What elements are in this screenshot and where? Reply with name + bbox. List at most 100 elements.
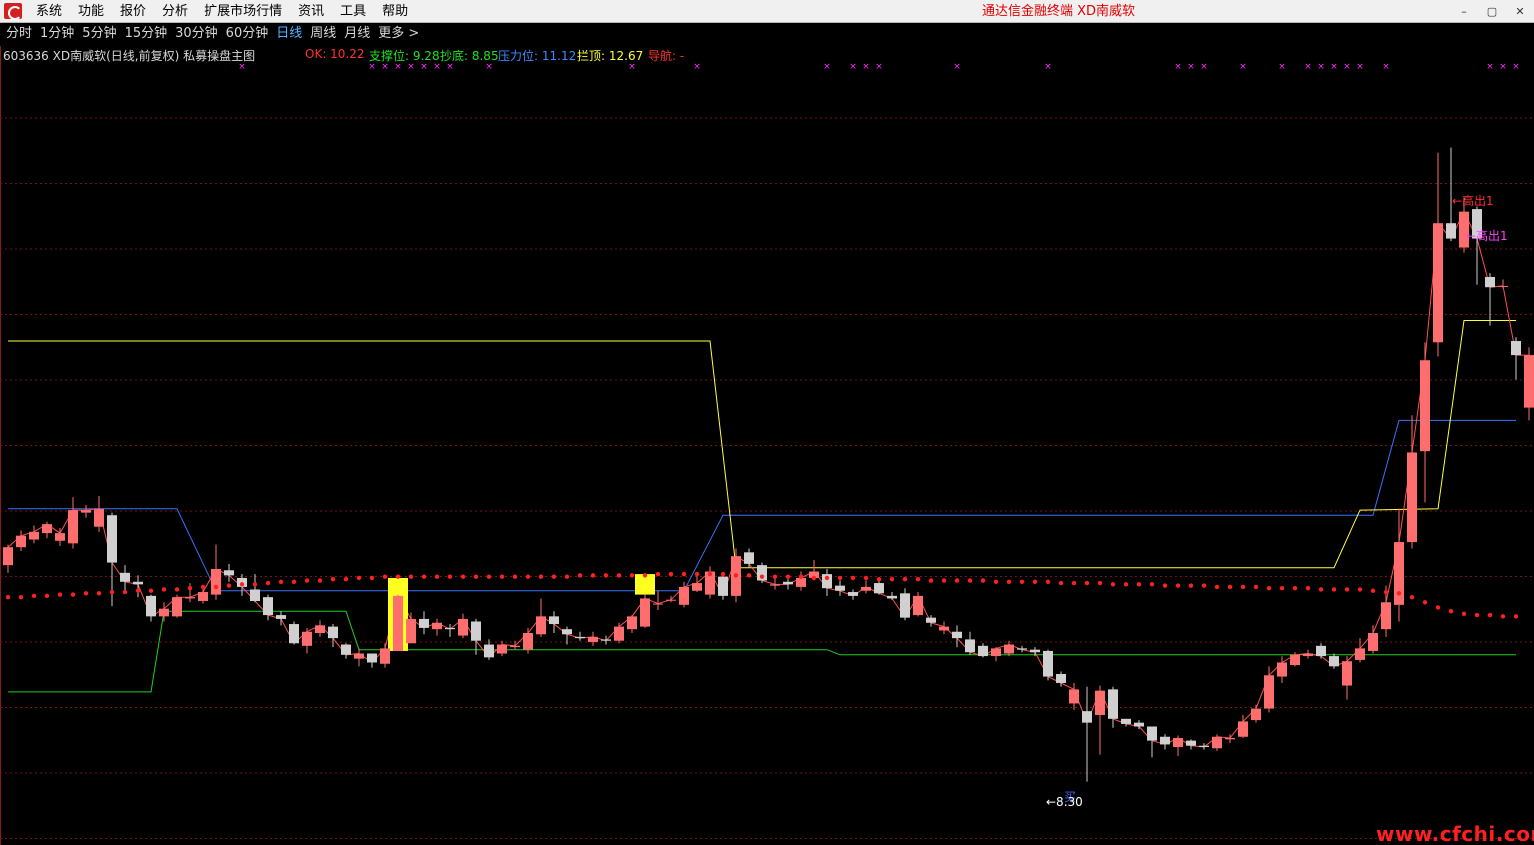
candle-up: [16, 535, 26, 548]
menu-news[interactable]: 资讯: [290, 0, 332, 23]
kline-chart[interactable]: ×××××××××××××××××××××××××××××××××: [0, 46, 1534, 845]
red-dot: [1383, 589, 1389, 595]
annotation-low-price: ←8.30: [1046, 795, 1083, 809]
red-dot: [434, 574, 440, 579]
candle-up: [796, 577, 806, 587]
red-dot: [486, 574, 492, 579]
red-dot: [655, 571, 661, 577]
candle-up: [406, 618, 416, 644]
candle-down: [1446, 223, 1456, 239]
red-dot: [1305, 585, 1311, 591]
red-dot: [408, 574, 414, 579]
candle-down: [1017, 648, 1027, 650]
candle-down: [146, 595, 156, 617]
red-dot: [122, 589, 128, 595]
red-dot: [538, 574, 544, 579]
tab-60min[interactable]: 60分钟: [222, 23, 273, 45]
red-dot: [759, 574, 765, 579]
candle-up: [1524, 355, 1534, 408]
red-dot: [83, 591, 89, 596]
tab-daily[interactable]: 日线: [272, 23, 306, 45]
menu-help[interactable]: 帮助: [374, 0, 416, 23]
red-dot: [1214, 584, 1220, 590]
candle-up: [1498, 285, 1508, 287]
candle-up: [1342, 661, 1352, 686]
red-dot: [876, 577, 882, 582]
candle-up: [42, 524, 52, 534]
red-dot: [96, 591, 102, 596]
candle-down: [1030, 649, 1040, 653]
maximize-button[interactable]: ▢: [1478, 0, 1506, 23]
indicator-ok: OK: 10.22: [305, 47, 365, 61]
red-dot: [1045, 579, 1051, 584]
candle-down: [718, 576, 728, 596]
menu-function[interactable]: 功能: [70, 0, 112, 23]
support-line: [8, 610, 1516, 693]
indicator-nav: 导航: -: [648, 49, 685, 63]
red-dot: [473, 574, 479, 579]
red-dot: [1487, 612, 1493, 618]
red-dot: [1370, 588, 1376, 593]
menu-analysis[interactable]: 分析: [154, 0, 196, 23]
red-dot: [1058, 580, 1064, 586]
minimize-button[interactable]: –: [1450, 0, 1478, 23]
tab-weekly[interactable]: 周线: [306, 23, 340, 45]
red-dot: [1279, 585, 1285, 591]
candle-down: [133, 581, 143, 585]
red-dot: [187, 585, 193, 591]
red-dot: [980, 578, 986, 583]
period-tabs: 分时 1分钟 5分钟 15分钟 30分钟 60分钟 日线 周线 月线 更多 >: [0, 23, 1534, 45]
candle-up: [432, 622, 442, 630]
candle-down: [744, 552, 754, 564]
red-dot: [1422, 600, 1428, 605]
red-dot: [1409, 594, 1415, 600]
tab-15min[interactable]: 15分钟: [121, 23, 172, 45]
app-logo-icon[interactable]: [4, 3, 22, 20]
menu-quote[interactable]: 报价: [112, 0, 154, 23]
red-dot: [447, 574, 453, 579]
red-dot: [343, 577, 349, 582]
tab-5min[interactable]: 5分钟: [78, 23, 120, 45]
candle-down: [1511, 341, 1521, 356]
tab-1min[interactable]: 1分钟: [36, 23, 78, 45]
tab-intraday[interactable]: 分时: [2, 23, 36, 45]
candle-down: [1147, 726, 1157, 741]
red-dot: [590, 573, 596, 578]
indicator-top: 拦顶: 12.67: [577, 49, 644, 63]
menu-system[interactable]: 系统: [28, 0, 70, 23]
menu-extended-market[interactable]: 扩展市场行情: [196, 0, 290, 23]
candle-up: [1381, 602, 1391, 630]
red-dot: [850, 575, 856, 581]
candle-up: [81, 510, 91, 513]
candle-up: [692, 583, 702, 591]
candle-up: [1368, 633, 1378, 651]
red-dot: [44, 593, 50, 599]
indicator-pressure: 压力位: 11.12: [498, 49, 577, 63]
tab-more[interactable]: 更多 >: [374, 23, 423, 45]
candle-down: [250, 589, 260, 601]
candle-up: [302, 631, 312, 646]
tab-monthly[interactable]: 月线: [340, 23, 374, 45]
red-dot: [824, 575, 830, 581]
tab-30min[interactable]: 30分钟: [171, 23, 222, 45]
candle-down: [1160, 736, 1170, 745]
candle-up: [354, 653, 364, 659]
red-dot: [564, 574, 570, 579]
indicator-support: 支撑位: 9.28: [369, 49, 440, 63]
candle-down: [952, 631, 962, 639]
red-dot: [1461, 611, 1467, 617]
window-controls: – ▢ ✕: [1450, 0, 1534, 23]
red-dot: [1097, 580, 1103, 586]
candle-up: [159, 608, 169, 617]
red-dot: [1084, 580, 1090, 586]
red-dot: [57, 592, 63, 597]
red-dot: [356, 575, 362, 581]
menu-tools[interactable]: 工具: [332, 0, 374, 23]
close-button[interactable]: ✕: [1506, 0, 1534, 23]
candle-down: [926, 617, 936, 623]
red-dot: [1240, 584, 1246, 590]
top-line: [8, 320, 1516, 569]
red-dot: [772, 574, 778, 579]
red-dot: [967, 578, 973, 583]
red-dot: [1227, 584, 1233, 590]
